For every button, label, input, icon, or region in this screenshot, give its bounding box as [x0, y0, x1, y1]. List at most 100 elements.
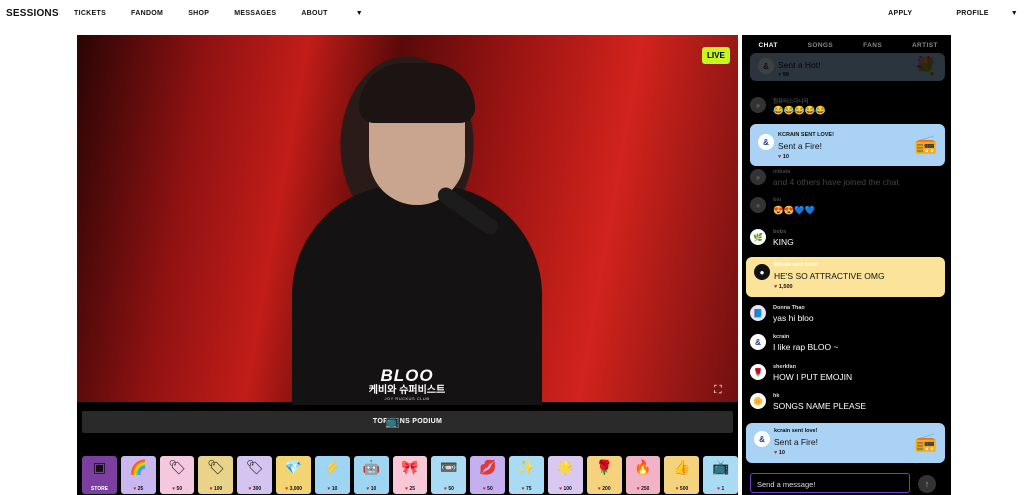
avatar: ●	[754, 264, 770, 280]
message-input[interactable]	[751, 475, 909, 494]
fullscreen-icon[interactable]: ⛶	[714, 384, 726, 396]
chat-username: bobs	[773, 229, 787, 235]
bouquet-sticker-icon: 💐	[914, 56, 937, 76]
rainbow-sticker-icon: 🌈	[129, 459, 148, 475]
gift-price: ♥ 10	[354, 486, 389, 492]
gift-price-value: 250	[641, 486, 650, 492]
gift-price: ♥ 25	[121, 486, 156, 492]
love-card: & kcrain sent love! Sent a Fire! ♥ 10 📻	[746, 423, 945, 463]
swag-sticker-icon: ✨	[517, 459, 536, 475]
gift-price-value: 25	[409, 486, 416, 492]
gift-item[interactable]: 👍 ♥ 500	[664, 456, 700, 494]
gift-price: ♥ 200	[587, 486, 622, 492]
gift-item[interactable]: 📺 ♥ 1	[703, 456, 738, 494]
nav-link-about[interactable]: ABOUT ▼	[301, 10, 388, 17]
arrow-up-icon: ↑	[924, 479, 930, 489]
gift-item[interactable]: 💋 ♥ 50	[470, 456, 506, 494]
gift-item[interactable]: 🎀 ♥ 25	[392, 456, 428, 494]
gift-item[interactable]: 🏷 ♥ 50	[159, 456, 195, 494]
podium-label: TOP FANS PODIUM	[372, 418, 443, 425]
gift-item[interactable]: 🤖 ♥ 10	[353, 456, 389, 494]
chat-text: 😍😍💙💙	[773, 205, 816, 215]
nav-link-tickets[interactable]: TICKETS	[74, 10, 106, 17]
gift-price-value: 500	[679, 486, 689, 492]
gift-price: ♥ 50	[470, 486, 505, 492]
chat-text: KING	[773, 237, 794, 247]
gift-price-value: 10	[331, 486, 338, 492]
message-composer	[750, 473, 910, 494]
chevron-down-icon: ▼	[355, 10, 363, 17]
korean-title: 케비와 슈퍼비스트	[368, 385, 446, 396]
chat-message: 🌹 sherkfan HOW I PUT EMOJIN	[750, 364, 945, 388]
love-message: HE'S SO ATTRACTIVE OMG	[774, 271, 885, 281]
gift-item[interactable]: 🏷 ♥ 100	[198, 456, 234, 494]
chat-message: ● mikala and 4 others have joined the ch…	[750, 169, 945, 193]
avatar: &	[758, 58, 774, 74]
chat-username: Donna Thao	[773, 305, 805, 311]
love-hearts: ♥ 10	[778, 154, 789, 160]
live-badge: LIVE	[702, 47, 730, 64]
chat-message: ● bio 😍😍💙💙	[750, 197, 945, 219]
gift-price-value: 50	[448, 486, 454, 492]
chat-text: 😂😂😂😂😂	[773, 105, 826, 115]
love-message: Sent a Fire!	[778, 141, 822, 151]
vote-badge-icon: 🏷	[168, 459, 187, 475]
store-icon: ▣	[92, 459, 107, 475]
love-username: KCRAIN SENT LOVE!	[778, 132, 834, 138]
nav-link-messages[interactable]: MESSAGES	[234, 10, 276, 17]
send-button[interactable]: ↑	[918, 475, 936, 493]
heart-bow-icon: 🎀	[401, 459, 419, 475]
hearts-count: 10	[782, 154, 789, 160]
gift-price-value: 50	[487, 486, 493, 492]
avatar: 📘	[750, 305, 766, 321]
brand-logo[interactable]: SESSIONS	[6, 8, 59, 19]
profile-menu[interactable]: PROFILE ▼	[934, 10, 1018, 17]
chat-text: and 4 others have joined the chat	[773, 177, 899, 187]
top-fans-podium-button[interactable]: TOP FANS PODIUM 📺	[82, 411, 733, 433]
love-card: ● Mikala sent love! HE'S SO ATTRACTIVE O…	[746, 257, 945, 297]
love-username: kcrain sent love!	[774, 428, 818, 434]
gift-item[interactable]: 🌟 ♥ 100	[547, 456, 583, 494]
cassette-icon: 📼	[440, 459, 458, 475]
gift-price-value: 75	[526, 486, 532, 492]
chat-username: sherkfan	[773, 364, 796, 370]
gift-price-value: 300	[252, 486, 262, 492]
gift-bar: ▣ STORE 🌈 ♥ 25 🏷 ♥ 50 🏷 ♥ 100 🏷 ♥ 300 💎 ♥ 3,000 ⚡ ♥ 1…	[82, 456, 738, 495]
gift-item[interactable]: 🔥 ♥ 250	[625, 456, 661, 494]
stream-title: BLOO 케비와 슈퍼비스트 JOY RUCKUS CLUB	[357, 367, 457, 402]
podium-robot-icon: 📺	[385, 414, 401, 428]
chat-message: ● 컴퓨터스다니저 😂😂😂😂😂	[750, 97, 945, 121]
love-card: & KCRAIN SENT LOVE! Sent a Fire! ♥ 10 📻	[750, 124, 945, 166]
nav-link-fandom[interactable]: FANDOM	[131, 10, 163, 17]
gift-price-value: 1	[721, 486, 725, 492]
video-player[interactable]: LIVE BLOO 케비와 슈퍼비스트 JOY RUCKUS CLUB ⛶	[77, 35, 738, 405]
love-hearts: ♥ 10	[774, 450, 785, 456]
chat-message: 🌿 bobs KING	[750, 229, 945, 251]
gift-price: ♥ 50	[160, 486, 195, 492]
chat-message: 🌼 hk SONGS NAME PLEASE	[750, 393, 945, 417]
apply-link[interactable]: APPLY	[888, 10, 912, 17]
performer-hair	[359, 63, 475, 123]
chat-text: yas hi bloo	[773, 313, 814, 323]
gift-item[interactable]: 🌹 ♥ 200	[586, 456, 622, 494]
gift-item[interactable]: 🏷 ♥ 300	[237, 456, 273, 494]
gift-item[interactable]: 🌈 ♥ 25	[120, 456, 156, 494]
avatar: &	[750, 334, 766, 350]
gift-price: ♥ 10	[315, 486, 350, 492]
gift-item[interactable]: 💎 ♥ 3,000	[276, 456, 311, 494]
gift-item[interactable]: ⚡ ♥ 10	[314, 456, 350, 494]
gift-item[interactable]: 📼 ♥ 50	[431, 456, 467, 494]
chat-feed[interactable]: & Sent a Hot! ♥ 99 💐 ● 컴퓨터스다니저 😂😂😂😂😂 & K…	[742, 53, 951, 467]
love-hearts: ♥ 99	[778, 72, 789, 78]
gift-price: ♥ 300	[237, 486, 272, 492]
nav-link-shop[interactable]: SHOP	[188, 10, 209, 17]
gift-price-value: 25	[137, 486, 144, 492]
avatar: ●	[750, 169, 766, 185]
avatar: &	[758, 134, 774, 150]
fire-sticker-icon: 🔥	[634, 459, 652, 475]
gift-item[interactable]: ✨ ♥ 75	[509, 456, 544, 494]
gift-price: ♥ 3,000	[276, 486, 311, 492]
store-button[interactable]: ▣ STORE	[82, 456, 117, 494]
nice-sticker-icon: 👍	[673, 459, 691, 475]
chat-sidebar: CHAT SONGS FANS ARTIST & Sent a Hot! ♥ 9…	[742, 35, 951, 495]
